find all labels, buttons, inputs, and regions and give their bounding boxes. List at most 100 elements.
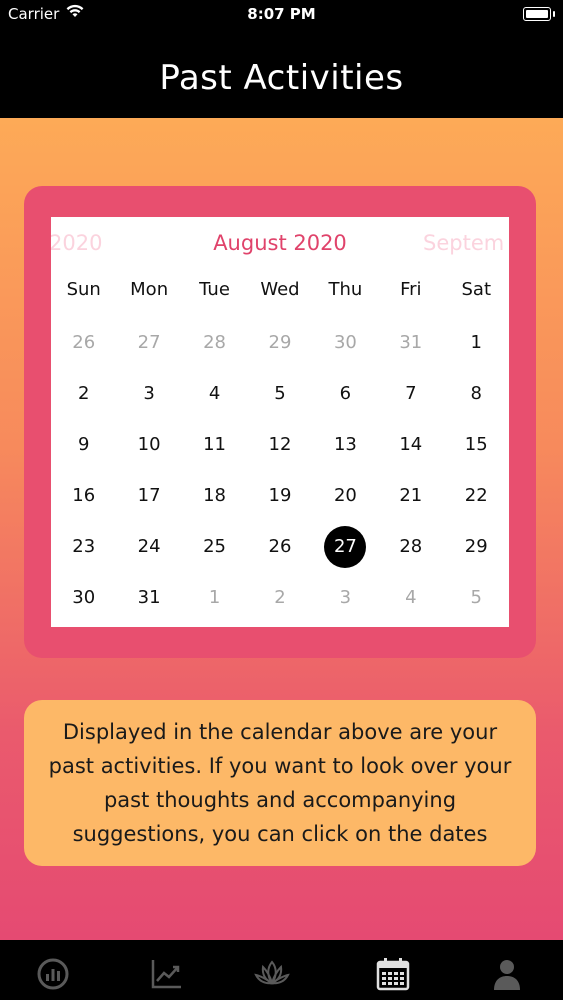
info-text: Displayed in the calendar above are your… xyxy=(48,720,512,846)
day-number: 28 xyxy=(399,536,423,557)
calendar-day[interactable]: 29 xyxy=(247,317,312,368)
day-number: 30 xyxy=(72,587,96,608)
status-bar: Carrier 8:07 PM xyxy=(0,0,563,30)
day-number: 5 xyxy=(274,383,286,404)
tab-dashboard[interactable] xyxy=(33,954,73,994)
calendar-day[interactable]: 5 xyxy=(444,572,509,623)
day-number: 29 xyxy=(464,536,488,557)
day-number: 26 xyxy=(72,332,96,353)
calendar-day[interactable]: 22 xyxy=(444,470,509,521)
calendar-day[interactable]: 26 xyxy=(51,317,116,368)
calendar-day[interactable]: 13 xyxy=(313,419,378,470)
weekday-label: Tue xyxy=(199,279,230,300)
day-number: 5 xyxy=(470,587,482,608)
weekday-label: Thu xyxy=(328,279,363,300)
day-number: 9 xyxy=(77,434,90,455)
calendar-day[interactable]: 30 xyxy=(313,317,378,368)
calendar-day[interactable]: 1 xyxy=(444,317,509,368)
day-number: 2 xyxy=(274,587,286,608)
calendar-day[interactable]: 21 xyxy=(378,470,443,521)
calendar-day[interactable]: 3 xyxy=(116,368,181,419)
calendar-day[interactable]: 29 xyxy=(444,521,509,572)
day-number: 4 xyxy=(405,587,417,608)
battery-icon xyxy=(523,7,555,21)
weekday-label: Sun xyxy=(66,279,101,300)
day-number: 26 xyxy=(268,536,292,557)
person-icon xyxy=(494,960,520,990)
calendar-day[interactable]: 26 xyxy=(247,521,312,572)
day-number: 14 xyxy=(399,434,423,455)
calendar-day[interactable]: 24 xyxy=(116,521,181,572)
day-number: 13 xyxy=(333,434,357,455)
day-number: 23 xyxy=(72,536,96,557)
calendar-day[interactable]: 4 xyxy=(378,572,443,623)
day-number: 8 xyxy=(470,383,482,404)
month-header: 2020 August 2020 Septem xyxy=(51,231,509,263)
day-number: 29 xyxy=(268,332,292,353)
tab-profile[interactable] xyxy=(487,954,527,994)
calendar-day-selected[interactable]: 27 xyxy=(313,521,378,572)
calendar-day[interactable]: 12 xyxy=(247,419,312,470)
calendar-day[interactable]: 1 xyxy=(182,572,247,623)
weekday-label: Sat xyxy=(461,279,491,300)
calendar-icon xyxy=(376,958,410,991)
day-number: 3 xyxy=(339,587,352,608)
main-content: 2020 August 2020 Septem Sun Mon Tue Wed Thu F… xyxy=(0,118,563,940)
calendar-day[interactable]: 27 xyxy=(116,317,181,368)
day-number: 17 xyxy=(137,485,161,506)
calendar-day[interactable]: 5 xyxy=(247,368,312,419)
tab-calendar[interactable] xyxy=(373,954,413,994)
weekday-label: Wed xyxy=(260,279,300,300)
weekday-label: Fri xyxy=(400,279,422,300)
day-number: 18 xyxy=(203,485,226,506)
day-number: 1 xyxy=(470,332,482,353)
calendar-day[interactable]: 31 xyxy=(378,317,443,368)
calendar-day[interactable]: 28 xyxy=(182,317,247,368)
weekday-header: Sun Mon Tue Wed Thu Fri Sat xyxy=(51,279,509,303)
calendar-day[interactable]: 4 xyxy=(182,368,247,419)
calendar-day[interactable]: 25 xyxy=(182,521,247,572)
calendar-day[interactable]: 30 xyxy=(51,572,116,623)
calendar-day[interactable]: 7 xyxy=(378,368,443,419)
dashboard-gauge-icon xyxy=(37,958,69,990)
calendar-day[interactable]: 8 xyxy=(444,368,509,419)
weekday-label: Mon xyxy=(130,279,169,300)
day-number: 7 xyxy=(405,383,417,404)
calendar-day[interactable]: 2 xyxy=(51,368,116,419)
day-number: 28 xyxy=(203,332,226,353)
calendar-day[interactable]: 16 xyxy=(51,470,116,521)
calendar-day[interactable]: 9 xyxy=(51,419,116,470)
day-number: 3 xyxy=(143,383,155,404)
calendar-day[interactable]: 6 xyxy=(313,368,378,419)
day-number: 6 xyxy=(339,383,352,404)
calendar-day[interactable]: 10 xyxy=(116,419,181,470)
calendar-day[interactable]: 2 xyxy=(247,572,312,623)
day-number: 24 xyxy=(137,536,161,557)
calendar-week-row: 23 24 25 26 27 28 29 xyxy=(51,521,509,572)
next-month-label[interactable]: Septem xyxy=(423,231,504,255)
day-number: 16 xyxy=(72,485,96,506)
calendar-day[interactable]: 31 xyxy=(116,572,181,623)
tab-meditation[interactable] xyxy=(252,954,292,994)
day-number: 31 xyxy=(137,587,161,608)
calendar-week-row: 26 27 28 29 30 31 1 xyxy=(51,317,509,368)
day-number: 30 xyxy=(333,332,357,353)
calendar-week-row: 9 10 11 12 13 14 15 xyxy=(51,419,509,470)
info-card: Displayed in the calendar above are your… xyxy=(24,700,536,866)
calendar-day[interactable]: 20 xyxy=(313,470,378,521)
day-number: 10 xyxy=(137,434,161,455)
calendar-day[interactable]: 18 xyxy=(182,470,247,521)
calendar-grid: 26 27 28 29 30 31 1 2 3 4 5 6 7 8 9 10 11 12 13 14 15 16 17 18 1… xyxy=(51,317,509,623)
calendar-day[interactable]: 28 xyxy=(378,521,443,572)
calendar-card: 2020 August 2020 Septem Sun Mon Tue Wed Thu F… xyxy=(24,186,536,658)
day-number: 2 xyxy=(77,383,90,404)
calendar-day[interactable]: 15 xyxy=(444,419,509,470)
calendar-day[interactable]: 11 xyxy=(182,419,247,470)
calendar-day[interactable]: 14 xyxy=(378,419,443,470)
tab-trends[interactable] xyxy=(146,954,186,994)
calendar-day[interactable]: 3 xyxy=(313,572,378,623)
calendar-day[interactable]: 17 xyxy=(116,470,181,521)
calendar-day[interactable]: 19 xyxy=(247,470,312,521)
day-number: 19 xyxy=(268,485,292,506)
calendar-day[interactable]: 23 xyxy=(51,521,116,572)
